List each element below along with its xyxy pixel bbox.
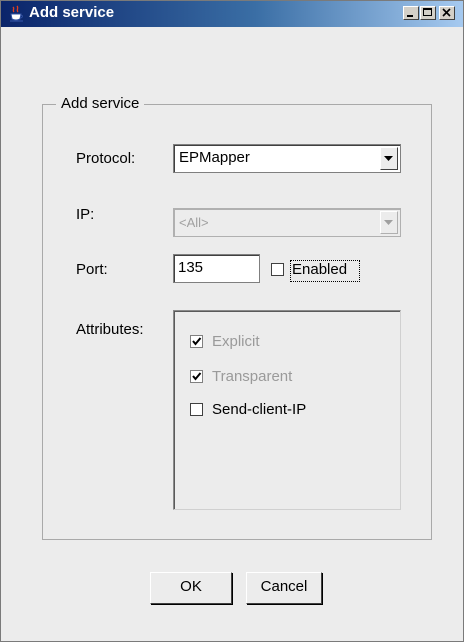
ok-button[interactable]: OK [150,572,232,604]
send-client-ip-checkbox[interactable] [190,403,203,416]
ip-label: IP: [76,206,95,223]
cancel-button[interactable]: Cancel [246,572,322,604]
group-legend: Add service [56,95,145,112]
maximize-icon[interactable] [420,6,436,20]
minimize-icon[interactable] [403,6,419,20]
protocol-select[interactable]: EPMapper [173,144,401,173]
attributes-label: Attributes: [76,321,144,338]
close-icon[interactable] [439,6,455,20]
explicit-checkbox[interactable] [190,335,203,348]
port-input[interactable]: 135 [173,254,260,283]
ip-select[interactable]: <All> [173,208,401,237]
chevron-down-icon[interactable] [380,211,398,234]
title-bar[interactable]: Add service [1,1,463,27]
explicit-label: Explicit [212,333,260,350]
protocol-label: Protocol: [76,150,136,167]
port-label: Port: [76,261,108,278]
transparent-checkbox[interactable] [190,370,203,383]
chevron-down-icon[interactable] [380,147,398,170]
enabled-checkbox[interactable] [271,263,284,276]
transparent-label: Transparent [212,368,293,385]
protocol-value: EPMapper [179,149,250,166]
ip-value: <All> [179,215,209,230]
enabled-label[interactable]: Enabled [292,261,347,278]
send-client-ip-label[interactable]: Send-client-IP [212,401,306,418]
java-coffee-icon [9,5,25,23]
add-service-dialog: Add service Add service Protocol: EPMapp… [0,0,464,642]
port-value: 135 [178,259,204,276]
window-title: Add service [29,4,115,21]
